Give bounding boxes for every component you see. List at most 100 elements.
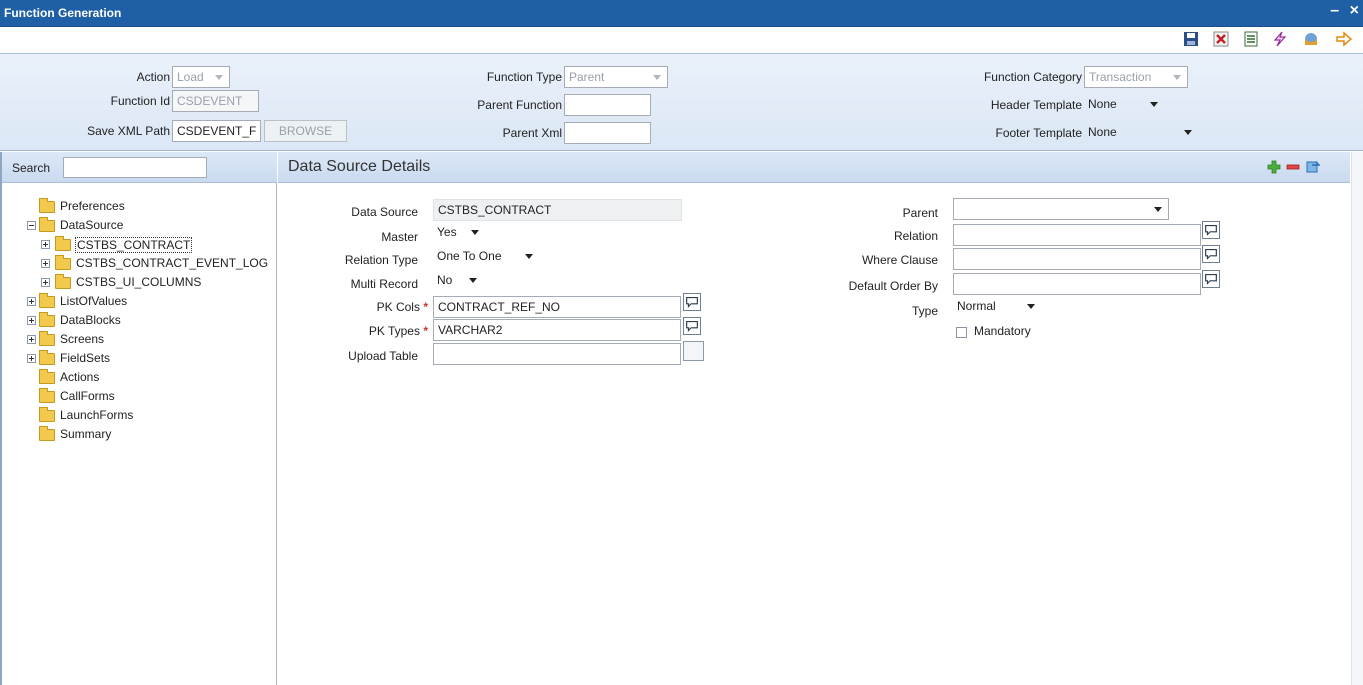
data-source-value: CSTBS_CONTRACT (438, 203, 552, 217)
expand-icon[interactable] (41, 240, 50, 249)
folder-icon (39, 217, 55, 232)
collapse-icon[interactable] (27, 221, 36, 230)
header-template-select[interactable]: None (1084, 94, 1164, 116)
footer-template-value: None (1088, 125, 1117, 139)
search-label: Search (12, 161, 51, 175)
tree-label: CSTBS_CONTRACT (75, 237, 193, 253)
expand-icon[interactable] (41, 278, 50, 287)
required-marker: * (423, 300, 428, 314)
action-label: Action (136, 70, 170, 84)
save-xml-path-input[interactable]: CSDEVENT_F (172, 120, 261, 142)
folder-icon (39, 293, 55, 308)
folder-icon (39, 369, 55, 384)
details-title: Data Source Details (288, 158, 431, 175)
type-label: Type (911, 304, 938, 318)
edit-pk-types-icon[interactable] (683, 317, 701, 335)
parent-xml-input[interactable] (564, 122, 651, 144)
function-category-select[interactable]: Transaction (1084, 66, 1188, 88)
function-type-value: Parent (569, 70, 605, 84)
edit-where-clause-icon[interactable] (1202, 245, 1220, 263)
multi-record-label: Multi Record (350, 277, 418, 291)
function-category-label: Function Category (983, 70, 1082, 84)
pk-cols-input[interactable]: CONTRACT_REF_NO (433, 296, 681, 318)
parent-select[interactable] (953, 198, 1169, 220)
browse-button[interactable]: BROWSE (264, 120, 347, 142)
search-input[interactable] (63, 157, 207, 178)
expand-icon[interactable] (27, 354, 36, 363)
data-source-field: CSTBS_CONTRACT (433, 199, 682, 221)
edit-relation-icon[interactable] (1202, 221, 1220, 239)
where-clause-input[interactable] (953, 248, 1201, 270)
function-type-select[interactable]: Parent (564, 66, 668, 88)
type-value: Normal (957, 299, 996, 313)
tree-label: LaunchForms (60, 408, 134, 422)
footer-template-select[interactable]: None (1084, 122, 1198, 144)
pk-types-label: PK Types * (298, 324, 428, 338)
folder-icon (39, 407, 55, 422)
generate-icon[interactable] (1272, 31, 1288, 47)
window-title: Function Generation (4, 6, 122, 20)
close-button[interactable]: × (1350, 2, 1359, 19)
chevron-down-icon (1173, 75, 1181, 80)
list-icon[interactable] (1243, 31, 1259, 47)
delete-icon[interactable] (1213, 31, 1229, 47)
vertical-scrollbar[interactable] (1351, 152, 1363, 685)
header-template-label: Header Template (990, 98, 1082, 112)
default-order-by-input[interactable] (953, 273, 1201, 295)
function-id-value: CSDEVENT (177, 94, 243, 108)
add-row-icon[interactable] (1267, 160, 1281, 174)
folder-icon (39, 426, 55, 441)
save-xml-path-value: CSDEVENT_F (177, 124, 257, 138)
folder-icon (55, 236, 71, 251)
footer-template-label: Footer Template (995, 126, 1083, 140)
tree-label: Actions (60, 370, 100, 384)
folder-icon (39, 312, 55, 327)
tree-node-cstbs-contract-event-log[interactable]: CSTBS_CONTRACT_EVENT_LOG (39, 254, 277, 272)
upload-table-input[interactable] (433, 343, 681, 365)
tree-label: ListOfValues (60, 294, 128, 308)
upload-table-label: Upload Table (348, 349, 418, 363)
chevron-down-icon (469, 278, 477, 283)
parent-function-label: Parent Function (477, 98, 562, 112)
tree-label: Screens (60, 332, 105, 346)
release-icon[interactable] (1303, 31, 1319, 47)
edit-pk-cols-icon[interactable] (683, 293, 701, 311)
chevron-down-icon (653, 75, 661, 80)
pk-types-input[interactable]: VARCHAR2 (433, 319, 681, 341)
exit-icon[interactable] (1336, 31, 1352, 47)
parent-function-input[interactable] (564, 94, 651, 116)
delete-row-icon[interactable] (1286, 160, 1300, 174)
folder-icon (55, 255, 71, 270)
chevron-down-icon (1154, 207, 1162, 212)
tree-label: CSTBS_CONTRACT_EVENT_LOG (76, 256, 269, 270)
details-header: Data Source Details (278, 152, 1350, 183)
relation-type-select[interactable]: One To One (433, 246, 539, 268)
master-select[interactable]: Yes (433, 222, 485, 244)
pk-types-value: VARCHAR2 (438, 323, 503, 337)
multi-record-select[interactable]: No (433, 270, 483, 292)
function-type-label: Function Type (486, 70, 562, 84)
expand-icon[interactable] (27, 316, 36, 325)
edit-default-order-by-icon[interactable] (1202, 270, 1220, 288)
function-id-input[interactable]: CSDEVENT (172, 90, 259, 112)
mandatory-checkbox[interactable] (956, 327, 967, 338)
upload-table-lookup-button[interactable] (683, 341, 704, 361)
save-icon[interactable] (1183, 31, 1199, 47)
expand-icon[interactable] (27, 297, 36, 306)
required-marker: * (423, 324, 428, 338)
function-id-label: Function Id (110, 94, 170, 108)
type-select[interactable]: Normal (953, 296, 1041, 318)
mandatory-label: Mandatory (974, 324, 1031, 338)
master-label: Master (381, 230, 418, 244)
single-view-icon[interactable] (1306, 160, 1320, 174)
relation-input[interactable] (953, 224, 1201, 246)
multi-record-value: No (437, 273, 453, 287)
action-select[interactable]: Load (172, 66, 230, 88)
default-order-by-label: Default Order By (848, 279, 938, 293)
folder-icon (39, 331, 55, 346)
minimize-button[interactable]: – (1330, 2, 1339, 19)
expand-icon[interactable] (27, 335, 36, 344)
expand-icon[interactable] (41, 259, 50, 268)
function-category-value: Transaction (1089, 70, 1152, 84)
relation-type-value: One To One (437, 249, 502, 263)
